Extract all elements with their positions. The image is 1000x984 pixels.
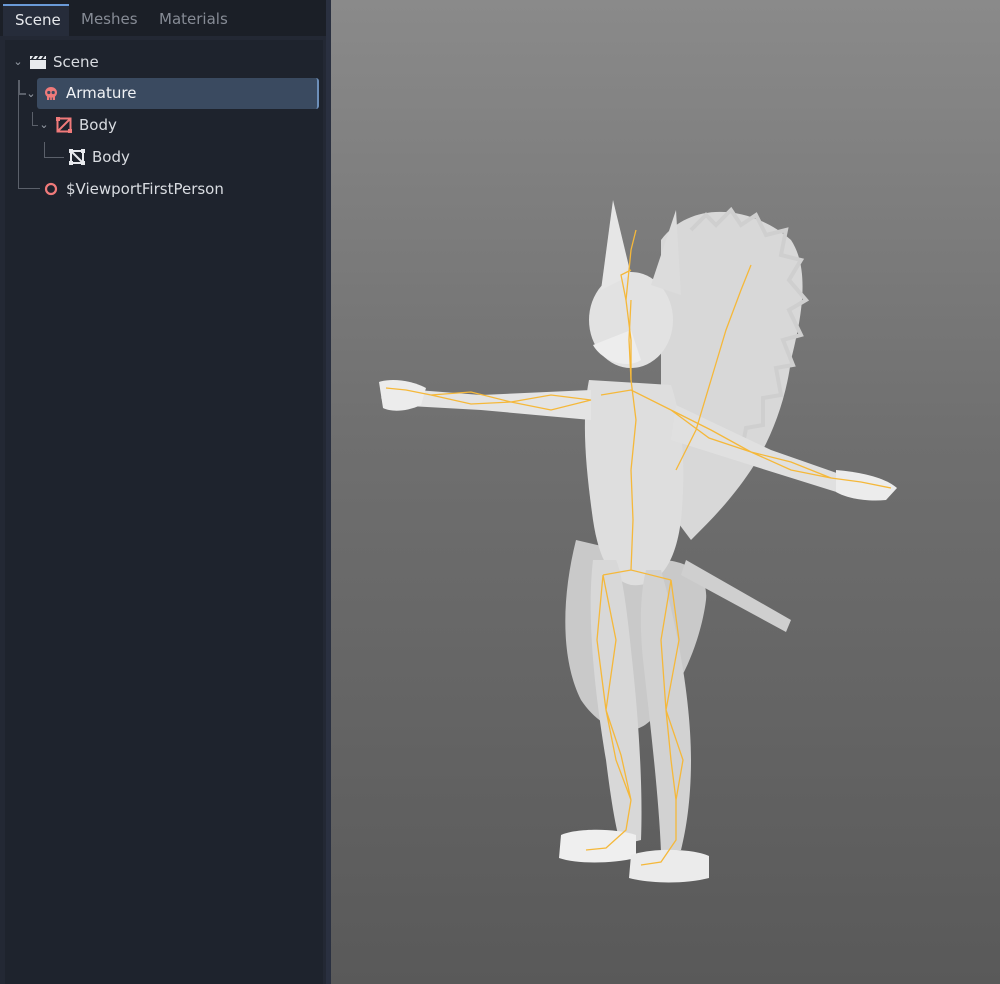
tree-item-label: Body xyxy=(79,116,117,134)
tree-item-label: Scene xyxy=(53,53,99,71)
chevron-down-icon[interactable]: ⌄ xyxy=(11,55,25,69)
ear-right xyxy=(651,210,681,295)
skull-icon xyxy=(42,85,60,103)
tab-scene[interactable]: Scene xyxy=(3,4,69,36)
scene-tree: ⌄ Scene ⌄ Armature ⌄ Body Body $Viewport… xyxy=(5,40,323,984)
tree-item-body-mesh[interactable]: Body xyxy=(5,142,323,172)
chevron-down-icon[interactable]: ⌄ xyxy=(24,87,38,101)
tree-item-label: $ViewportFirstPerson xyxy=(66,180,224,198)
tree-item-viewport-first-person[interactable]: $ViewportFirstPerson xyxy=(5,174,323,204)
tree-item-scene[interactable]: ⌄ Scene xyxy=(5,47,323,77)
mesh-instance-icon xyxy=(55,116,73,134)
mesh-icon xyxy=(68,148,86,166)
tree-item-body-mesh-instance[interactable]: ⌄ Body xyxy=(5,110,323,140)
tree-item-label: Armature xyxy=(66,84,137,102)
tab-materials[interactable]: Materials xyxy=(147,4,239,36)
ear-left xyxy=(601,200,631,290)
3d-viewport[interactable] xyxy=(331,0,1000,984)
scene-dock: Scene Meshes Materials ⌄ Scene ⌄ Armatur… xyxy=(0,0,330,984)
node3d-icon xyxy=(42,180,60,198)
character-model xyxy=(379,200,897,883)
clapperboard-icon xyxy=(29,53,47,71)
hand-right xyxy=(836,470,897,501)
foot-left xyxy=(559,829,636,863)
tree-item-label: Body xyxy=(92,148,130,166)
tab-meshes[interactable]: Meshes xyxy=(69,4,147,36)
foot-right xyxy=(629,849,709,883)
dock-tab-bar: Scene Meshes Materials xyxy=(0,0,330,36)
tree-item-armature[interactable]: ⌄ Armature xyxy=(5,78,323,109)
chevron-down-icon[interactable]: ⌄ xyxy=(37,118,51,132)
